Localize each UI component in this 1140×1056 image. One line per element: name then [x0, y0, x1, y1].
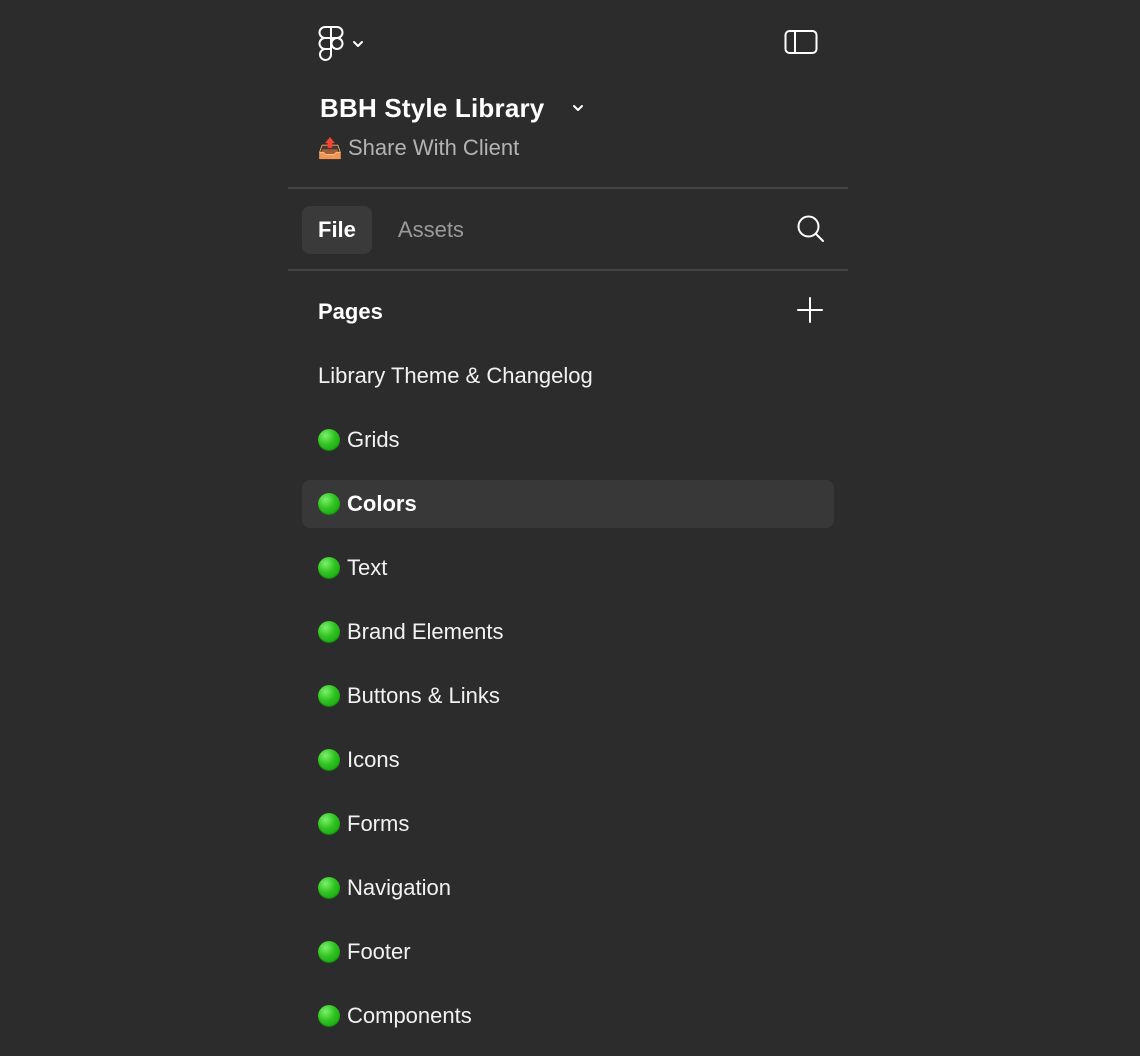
page-item-grids[interactable]: Grids — [302, 416, 834, 464]
tab-assets[interactable]: Assets — [382, 206, 480, 254]
page-item-brand-elements[interactable]: Brand Elements — [302, 608, 834, 656]
page-label: Colors — [347, 491, 417, 516]
page-item-text[interactable]: Text — [302, 544, 834, 592]
search-button[interactable] — [794, 214, 828, 248]
search-icon — [796, 214, 826, 249]
page-item-forms[interactable]: Forms — [302, 800, 834, 848]
tab-file[interactable]: File — [302, 206, 372, 254]
panel-top-bar — [288, 0, 848, 88]
plus-icon — [797, 296, 823, 328]
green-circle-icon — [318, 621, 340, 643]
page-label: Icons — [347, 747, 400, 772]
green-circle-icon — [318, 1005, 340, 1027]
main-menu-button[interactable] — [318, 24, 364, 64]
page-label: Footer — [347, 939, 411, 964]
page-item-buttons-links[interactable]: Buttons & Links — [302, 672, 834, 720]
green-circle-icon — [318, 941, 340, 963]
add-page-button[interactable] — [794, 296, 826, 328]
page-label: Library Theme & Changelog — [318, 363, 593, 388]
green-circle-icon — [318, 749, 340, 771]
green-circle-icon — [318, 557, 340, 579]
project-link[interactable]: 📤 Share With Client — [317, 132, 520, 164]
page-item-components[interactable]: Components — [302, 992, 834, 1040]
page-label: Grids — [347, 427, 400, 452]
file-title-row: BBH Style Library — [320, 88, 584, 128]
sidebar-toggle-button[interactable] — [784, 29, 818, 60]
project-name: Share With Client — [348, 135, 520, 160]
page-item-icons[interactable]: Icons — [302, 736, 834, 784]
chevron-down-icon[interactable] — [572, 104, 584, 112]
page-item-footer[interactable]: Footer — [302, 928, 834, 976]
green-circle-icon — [318, 493, 340, 515]
layers-panel: BBH Style Library 📤 Share With Client Fi… — [288, 0, 848, 1046]
chevron-down-icon — [352, 40, 364, 48]
page-label: Buttons & Links — [347, 683, 500, 708]
green-circle-icon — [318, 429, 340, 451]
page-label: Components — [347, 1003, 472, 1028]
outbox-tray-icon: 📤 — [317, 137, 343, 160]
page-item-library-theme-changelog[interactable]: Library Theme & Changelog — [302, 352, 834, 400]
file-title[interactable]: BBH Style Library — [320, 93, 544, 124]
divider — [288, 269, 848, 271]
page-label: Navigation — [347, 875, 451, 900]
panel-tabs: File Assets — [302, 206, 480, 254]
page-label: Text — [347, 555, 388, 580]
page-label: Forms — [347, 811, 410, 836]
green-circle-icon — [318, 813, 340, 835]
page-item-navigation[interactable]: Navigation — [302, 864, 834, 912]
pages-section-title: Pages — [318, 299, 383, 324]
green-circle-icon — [318, 685, 340, 707]
pages-list: Library Theme & Changelog Grids Colors T… — [302, 352, 834, 1056]
green-circle-icon — [318, 877, 340, 899]
page-item-colors[interactable]: Colors — [302, 480, 834, 528]
sidebar-panel-icon — [784, 29, 818, 60]
divider — [288, 187, 848, 189]
page-label: Brand Elements — [347, 619, 504, 644]
figma-logo-icon — [318, 26, 344, 62]
